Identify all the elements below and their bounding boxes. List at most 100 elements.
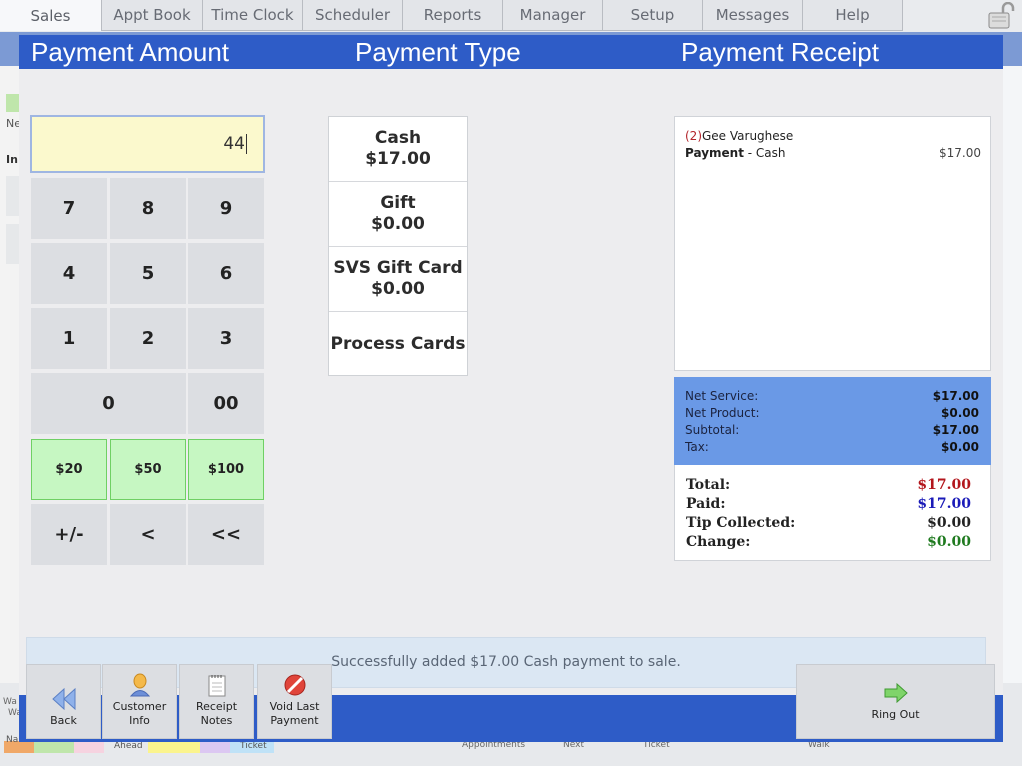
notepad-icon	[208, 675, 225, 697]
back-label: Back	[50, 714, 77, 727]
background-color-strip	[74, 741, 104, 753]
background-left-panel: Ne In	[0, 66, 21, 756]
customer-info-label: Customer	[112, 700, 167, 713]
tip-label: Tip Collected:	[686, 515, 796, 531]
keypad-9[interactable]: 9	[188, 178, 264, 239]
keypad-00[interactable]: 00	[188, 373, 264, 434]
background-green-block	[6, 94, 20, 112]
background-color-strip	[200, 741, 230, 753]
totals-summary: Net Service: $17.00 Net Product: $0.00 Sub…	[674, 377, 991, 465]
payment-type-amount: $0.00	[371, 214, 425, 234]
receipt-payment-label: Payment	[685, 146, 744, 160]
total-label: Total:	[686, 477, 731, 493]
background-color-strip	[34, 741, 74, 753]
tab-appt-book[interactable]: Appt Book	[102, 0, 203, 31]
payment-type-process-cards[interactable]: Process Cards	[329, 312, 467, 377]
lock-icon[interactable]	[986, 2, 1016, 30]
receipt-notes-button[interactable]: Receipt Notes	[179, 664, 254, 739]
arrow-right-icon	[884, 682, 908, 704]
receipt-client-number: (2)	[685, 129, 702, 143]
tab-reports[interactable]: Reports	[403, 0, 503, 31]
change-value: $0.00	[927, 534, 971, 550]
text-cursor	[246, 134, 247, 154]
payment-amount-input[interactable]: 44	[30, 115, 265, 173]
void-last-payment-button[interactable]: Void Last Payment	[257, 664, 332, 739]
receipt-client: (2)Gee Varughese	[685, 129, 793, 143]
keypad-2[interactable]: 2	[110, 308, 186, 369]
paid-row: Paid: $17.00	[686, 496, 980, 515]
payment-type-label: Gift	[380, 193, 416, 213]
ring-out-label: Ring Out	[871, 708, 920, 721]
keypad-sign-toggle[interactable]: +/-	[31, 504, 107, 565]
background-block	[6, 224, 20, 264]
payment-receipt-title: Payment Receipt	[681, 37, 879, 67]
receipt-client-name: Gee Varughese	[702, 129, 794, 143]
no-entry-icon	[284, 674, 305, 696]
keypad-clear[interactable]: <<	[188, 504, 264, 565]
total-row: Total: $17.00	[686, 477, 980, 496]
subtotal-label: Subtotal:	[685, 423, 740, 437]
subtotal-value: $17.00	[932, 423, 979, 437]
payment-dialog: Payment Amount Payment Type Payment Rece…	[19, 35, 1003, 742]
background-label: Ahead	[114, 741, 143, 751]
tab-messages[interactable]: Messages	[703, 0, 803, 31]
keypad-8[interactable]: 8	[110, 178, 186, 239]
keypad-0[interactable]: 0	[31, 373, 186, 434]
net-service-value: $17.00	[932, 389, 979, 403]
tab-scheduler[interactable]: Scheduler	[303, 0, 403, 31]
quick-amount-50-button[interactable]: $50	[110, 439, 186, 500]
tip-row: Tip Collected: $0.00	[686, 515, 980, 534]
payment-type-amount: $17.00	[365, 149, 431, 169]
paid-label: Paid:	[686, 496, 726, 512]
payment-amount-value: 44	[223, 134, 245, 154]
payment-type-label: SVS Gift Card	[333, 258, 463, 278]
back-button[interactable]: Back	[26, 664, 101, 739]
payment-amount-title: Payment Amount	[31, 37, 229, 67]
payment-type-gift[interactable]: Gift $0.00	[329, 182, 467, 247]
change-row: Change: $0.00	[686, 534, 980, 553]
keypad-backspace[interactable]: <	[110, 504, 186, 565]
void-last-payment-label: Payment	[270, 714, 319, 727]
keypad-1[interactable]: 1	[31, 308, 107, 369]
tax-label: Tax:	[685, 440, 709, 454]
subtotal-row: Subtotal: $17.00	[685, 423, 979, 440]
keypad-3[interactable]: 3	[188, 308, 264, 369]
paid-value: $17.00	[917, 496, 971, 512]
keypad-5[interactable]: 5	[110, 243, 186, 304]
tab-sales[interactable]: Sales	[0, 0, 102, 31]
keypad-4[interactable]: 4	[31, 243, 107, 304]
customer-info-label: Info	[129, 714, 150, 727]
receipt-notes-label: Notes	[200, 714, 233, 727]
payment-type-label: Cash	[374, 128, 422, 148]
receipt-payment-method: - Cash	[743, 146, 786, 160]
quick-amount-20-button[interactable]: $20	[31, 439, 107, 500]
tab-manager[interactable]: Manager	[503, 0, 603, 31]
user-icon	[129, 673, 150, 697]
net-service-row: Net Service: $17.00	[685, 389, 979, 406]
receipt-notes-label: Receipt	[195, 700, 238, 713]
payment-panel: 44 7 8 9 4 5 6 1 2 3 0 00 $20 $50 $100 +…	[19, 69, 1003, 695]
void-last-payment-label: Void Last	[269, 700, 320, 713]
background-label: Ticket	[240, 741, 267, 751]
background-label: In	[6, 153, 18, 166]
payment-type-label: Process Cards	[330, 334, 466, 354]
totals-balance: Total: $17.00 Paid: $17.00 Tip Collected: $…	[674, 465, 991, 561]
payment-type-amount: $0.00	[371, 279, 425, 299]
payment-type-svs-gift-card[interactable]: SVS Gift Card $0.00	[329, 247, 467, 312]
keypad-7[interactable]: 7	[31, 178, 107, 239]
keypad-6[interactable]: 6	[188, 243, 264, 304]
quick-amount-100-button[interactable]: $100	[188, 439, 264, 500]
receipt-payment-line: Payment - Cash $17.00	[685, 146, 981, 160]
tab-setup[interactable]: Setup	[603, 0, 703, 31]
net-product-label: Net Product:	[685, 406, 760, 420]
tab-help[interactable]: Help	[803, 0, 903, 31]
payment-type-title: Payment Type	[355, 37, 521, 67]
payment-type-cash[interactable]: Cash $17.00	[329, 117, 467, 182]
tax-row: Tax: $0.00	[685, 440, 979, 457]
tab-time-clock[interactable]: Time Clock	[203, 0, 303, 31]
ring-out-button[interactable]: Ring Out	[796, 664, 995, 739]
receipt-panel: (2)Gee Varughese Payment - Cash $17.00	[674, 116, 991, 371]
double-arrow-left-icon	[51, 687, 75, 711]
customer-info-button[interactable]: Customer Info	[102, 664, 177, 739]
top-nav: Sales Appt Book Time Clock Scheduler Rep…	[0, 0, 1022, 32]
